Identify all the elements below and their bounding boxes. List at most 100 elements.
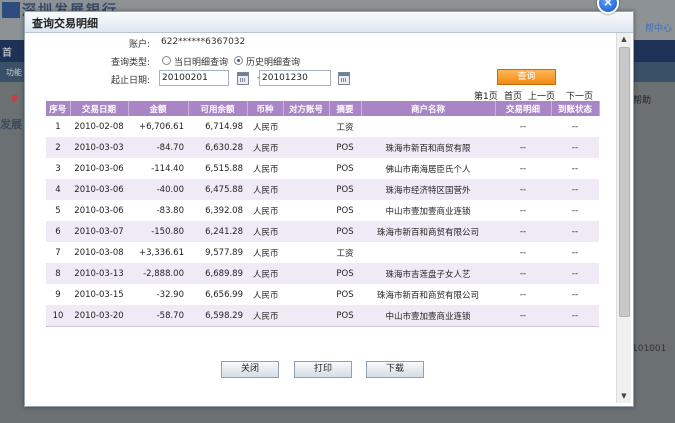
merchant-name-cell: 中山市壹加壹商业连锁 <box>361 200 495 221</box>
row-index-cell: 3 <box>46 158 70 179</box>
counterparty-account-cell <box>283 284 329 305</box>
arrival-status-cell: -- <box>551 284 599 305</box>
tx-detail-cell: -- <box>495 200 551 221</box>
counterparty-account-cell <box>283 221 329 242</box>
amount-cell: -2,888.00 <box>128 263 188 284</box>
table-row: 8 2010-03-13 -2,888.00 6,689.89 人民币 POS 珠海市吉莲盘… <box>46 263 599 284</box>
available-balance-cell: 6,598.29 <box>188 305 247 327</box>
counterparty-account-cell <box>283 263 329 284</box>
counterparty-account-cell <box>283 305 329 327</box>
column-header: 交易日期 <box>70 101 129 116</box>
column-header: 序号 <box>46 101 71 116</box>
tx-date-cell: 2010-03-20 <box>70 305 128 327</box>
currency-cell: 人民币 <box>247 179 283 200</box>
tx-detail-cell: -- <box>495 116 551 137</box>
print-button[interactable]: 打印 <box>294 361 352 378</box>
row-index-cell: 10 <box>46 305 70 327</box>
account-label: 账户: <box>128 40 150 50</box>
dialog-titlebar: 查询交易明细 <box>25 12 633 33</box>
scroll-down-arrow-icon[interactable]: ▼ <box>617 390 631 402</box>
radio-history-query[interactable] <box>234 56 243 65</box>
query-type-label: 查询类型: <box>110 58 150 68</box>
available-balance-cell: 6,656.99 <box>188 284 247 305</box>
table-header-row: 序号 交易日期 金额 可用余额 币种 对方账号 摘要 商户名称 交易明细 到账状态 <box>46 101 600 116</box>
tx-detail-cell: -- <box>495 158 551 179</box>
amount-cell: -114.40 <box>128 158 188 179</box>
arrival-status-cell: -- <box>551 179 599 200</box>
column-header: 到账状态 <box>551 101 600 116</box>
row-index-cell: 2 <box>46 137 70 158</box>
tx-detail-cell: -- <box>495 263 551 284</box>
bank-logo-icon <box>2 2 20 18</box>
summary-cell: POS <box>329 305 361 327</box>
currency-cell: 人民币 <box>247 242 283 263</box>
calendar-icon[interactable] <box>237 72 249 85</box>
merchant-name-cell: 中山市壹加壹商业连锁 <box>361 305 495 327</box>
row-index-cell: 8 <box>46 263 70 284</box>
table-row: 7 2010-03-08 +3,336.61 9,577.89 人民币 工资 -- -- <box>46 242 599 263</box>
merchant-name-cell: 佛山市南海居臣氏个人 <box>361 158 495 179</box>
merchant-name-cell: 珠海市新百和商贸有限公司 <box>361 284 495 305</box>
available-balance-cell: 6,241.28 <box>188 221 247 242</box>
tx-detail-cell: -- <box>495 305 551 327</box>
query-button[interactable]: 查询 <box>497 69 556 85</box>
tx-date-cell: 2010-03-06 <box>70 179 128 200</box>
currency-cell: 人民币 <box>247 305 283 327</box>
tx-detail-cell: -- <box>495 221 551 242</box>
arrival-status-cell: -- <box>551 137 599 158</box>
tx-date-cell: 2010-03-07 <box>70 221 128 242</box>
tx-detail-cell: -- <box>495 179 551 200</box>
available-balance-cell: 6,392.08 <box>188 200 247 221</box>
bg-footer-number: 101001 <box>632 344 667 354</box>
available-balance-cell: 6,630.28 <box>188 137 247 158</box>
currency-cell: 人民币 <box>247 116 283 137</box>
summary-cell: POS <box>329 158 361 179</box>
counterparty-account-cell <box>283 200 329 221</box>
tx-date-cell: 2010-03-06 <box>70 158 128 179</box>
tx-date-cell: 2010-03-13 <box>70 263 128 284</box>
start-date-input[interactable]: 20100201 <box>159 70 229 86</box>
arrival-status-cell: -- <box>551 242 599 263</box>
scroll-thumb[interactable] <box>619 47 630 317</box>
summary-cell: POS <box>329 221 361 242</box>
end-date-input[interactable]: 20101230 <box>259 70 331 86</box>
tx-detail-cell: -- <box>495 137 551 158</box>
date-range-label: 起止日期: <box>110 76 150 86</box>
arrival-status-cell: -- <box>551 305 599 327</box>
scrollbar[interactable]: ▲ ▼ <box>616 33 631 403</box>
bg-nav-item[interactable]: 首 <box>2 44 12 59</box>
bg-sub-nav-item[interactable]: 功能 <box>6 67 22 78</box>
amount-cell: -32.90 <box>128 284 188 305</box>
table-row: 2 2010-03-03 -84.70 6,630.28 人民币 POS 珠海市新百和商贸有… <box>46 137 599 158</box>
bg-help-link[interactable]: 帮助 <box>633 93 651 106</box>
radio-today-label: 当日明细查询 <box>174 58 229 68</box>
row-index-cell: 1 <box>46 116 70 137</box>
amount-cell: -58.70 <box>128 305 188 327</box>
download-button[interactable]: 下载 <box>366 361 424 378</box>
available-balance-cell: 6,689.89 <box>188 263 247 284</box>
radio-today-query[interactable] <box>162 56 171 65</box>
row-index-cell: 7 <box>46 242 70 263</box>
tx-detail-cell: -- <box>495 284 551 305</box>
column-header: 商户名称 <box>361 101 496 116</box>
currency-cell: 人民币 <box>247 221 283 242</box>
arrival-status-cell: -- <box>551 200 599 221</box>
arrival-status-cell: -- <box>551 263 599 284</box>
row-index-cell: 6 <box>46 221 70 242</box>
bg-help-center-link[interactable]: 帮中心 <box>645 21 672 34</box>
row-index-cell: 4 <box>46 179 70 200</box>
bg-section-title: 发展 <box>0 118 22 131</box>
close-button[interactable]: 关闭 <box>221 361 279 378</box>
arrival-status-cell: -- <box>551 158 599 179</box>
row-index-cell: 9 <box>46 284 70 305</box>
available-balance-cell: 6,475.88 <box>188 179 247 200</box>
column-header: 金额 <box>128 101 189 116</box>
transaction-detail-dialog: 查询交易明细 账户: 622******6367032 查询类型: 当日明细查询… <box>24 11 634 407</box>
counterparty-account-cell <box>283 179 329 200</box>
column-header: 摘要 <box>329 101 362 116</box>
summary-cell: POS <box>329 263 361 284</box>
summary-cell: POS <box>329 200 361 221</box>
calendar-icon[interactable] <box>338 72 350 85</box>
currency-cell: 人民币 <box>247 284 283 305</box>
scroll-up-arrow-icon[interactable]: ▲ <box>617 33 631 45</box>
